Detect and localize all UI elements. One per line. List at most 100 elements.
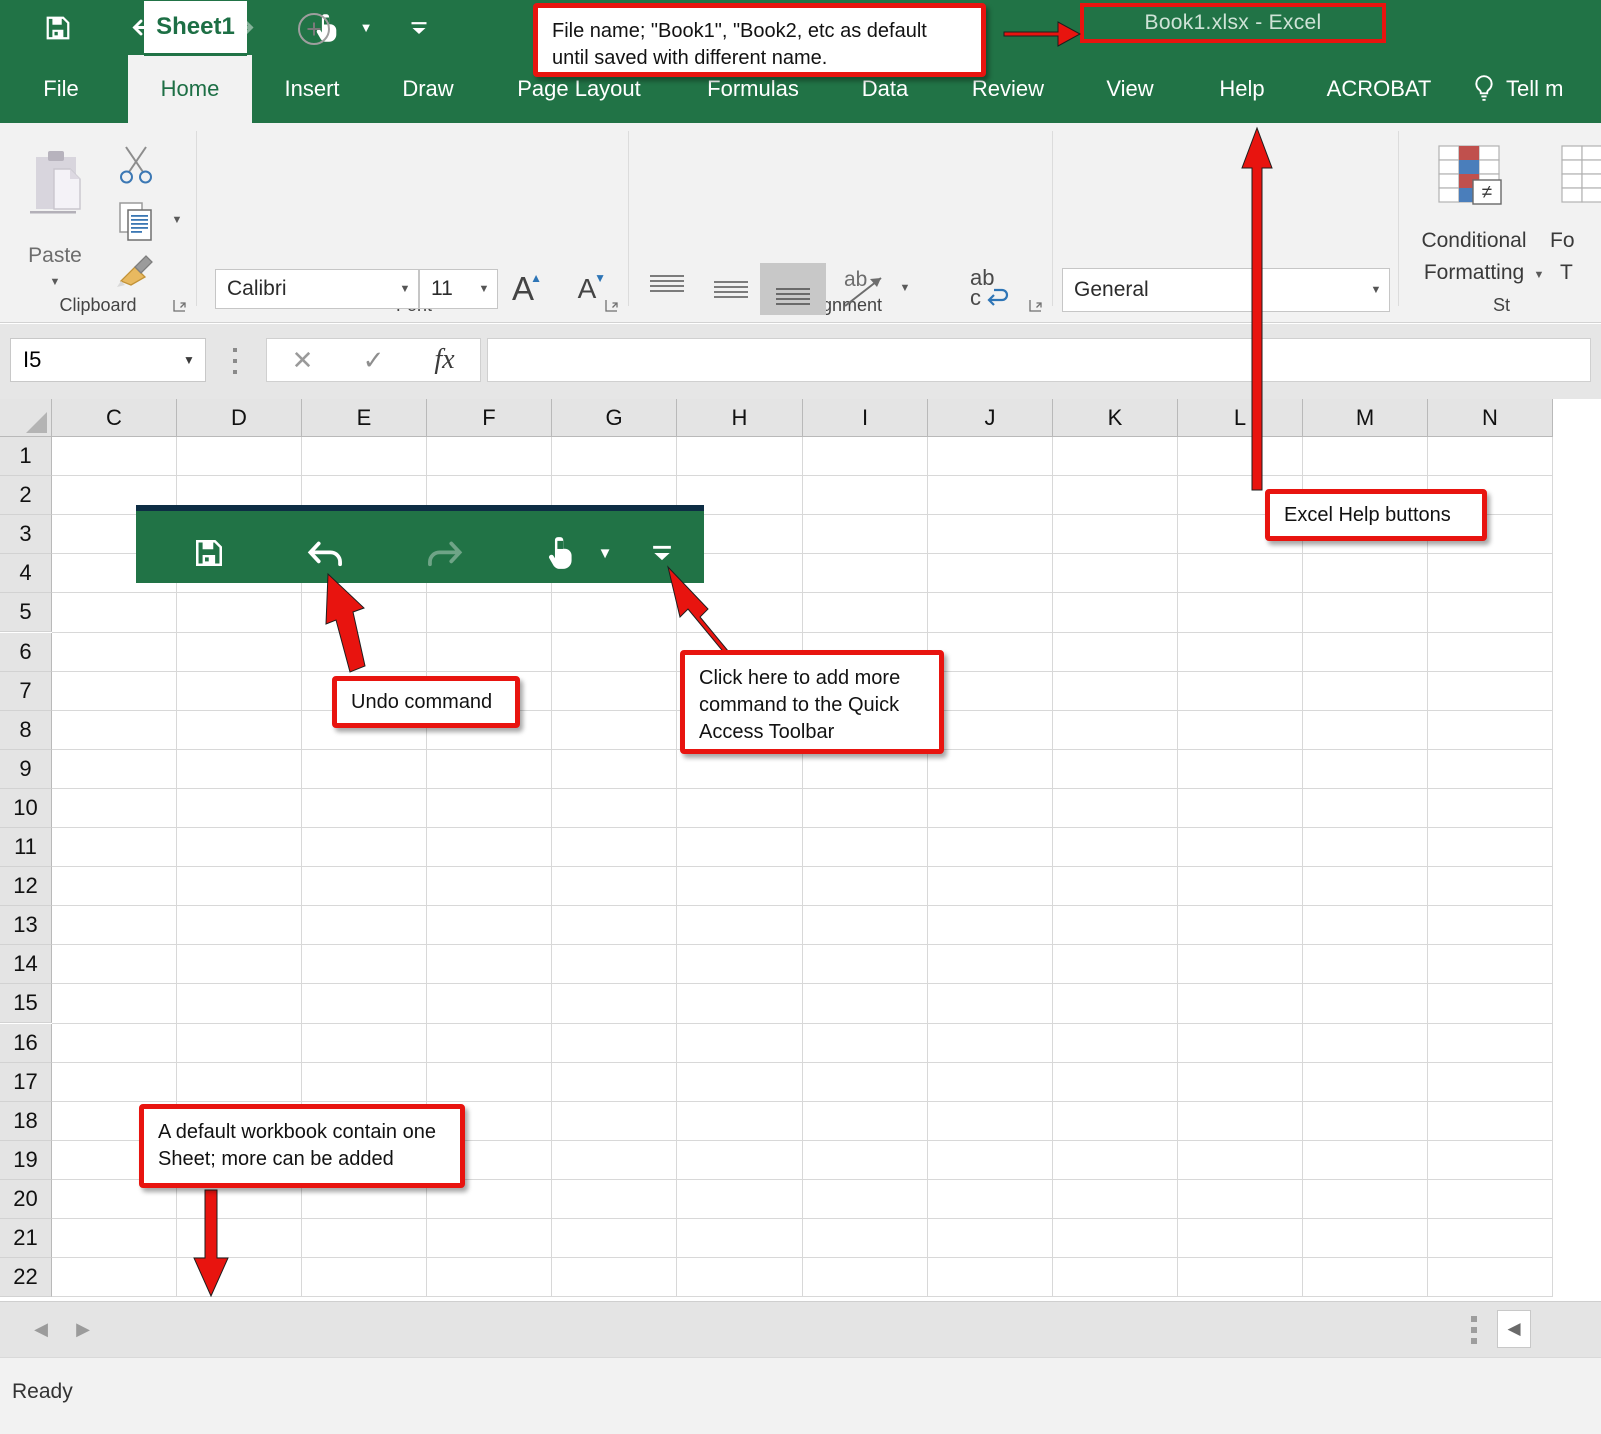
name-box-chevron-down-icon[interactable]: ▼ [173, 353, 205, 367]
sheet-nav-next-icon[interactable]: ▶ [68, 1314, 98, 1344]
row-header-12[interactable]: 12 [0, 867, 52, 906]
row-header-4[interactable]: 4 [0, 554, 52, 593]
row-header-20[interactable]: 20 [0, 1180, 52, 1219]
tab-view[interactable]: View [1082, 55, 1178, 123]
insert-function-icon[interactable]: fx [409, 344, 480, 376]
formula-input[interactable] [487, 338, 1591, 382]
formula-bar-grip[interactable] [230, 348, 240, 374]
touch-mode-chevron-down-icon-zoom[interactable]: ▼ [588, 517, 622, 589]
clipboard-dialog-launcher-icon[interactable] [172, 298, 188, 314]
conditional-formatting-label-line2[interactable]: Formatting [1404, 257, 1544, 289]
row-header-7[interactable]: 7 [0, 672, 52, 711]
row-header-16[interactable]: 16 [0, 1024, 52, 1063]
paste-label[interactable]: Paste [20, 241, 90, 271]
grid-horizontal-line [52, 788, 1553, 789]
conditional-formatting-icon: ≠ [1432, 137, 1516, 217]
tab-acrobat[interactable]: ACROBAT [1310, 55, 1448, 123]
increase-font-size-icon[interactable]: A ▲ [502, 267, 544, 311]
name-box[interactable]: I5 ▼ [10, 338, 206, 382]
row-header-18[interactable]: 18 [0, 1102, 52, 1141]
sheet-tab-sheet1[interactable]: Sheet1 [144, 1, 247, 56]
row-header-22[interactable]: 22 [0, 1258, 52, 1297]
conditional-formatting-chevron-down-icon[interactable]: ▼ [1528, 263, 1550, 287]
sheet-nav-prev-icon[interactable]: ◀ [26, 1314, 56, 1344]
document-title: Book1.xlsx - Excel [1145, 11, 1322, 35]
touch-mouse-mode-icon-zoom[interactable] [540, 517, 584, 589]
align-bottom-icon[interactable] [760, 263, 826, 315]
row-header-15[interactable]: 15 [0, 984, 52, 1023]
align-middle-icon[interactable] [706, 263, 756, 313]
cut-icon[interactable] [110, 139, 162, 191]
save-icon-zoom[interactable] [186, 517, 232, 589]
align-top-icon[interactable] [642, 263, 692, 313]
tab-file[interactable]: File [18, 55, 104, 123]
row-header-13[interactable]: 13 [0, 906, 52, 945]
grid-horizontal-line [52, 1257, 1553, 1258]
group-divider [196, 131, 197, 306]
row-header-21[interactable]: 21 [0, 1219, 52, 1258]
column-header-N[interactable]: N [1428, 399, 1553, 437]
select-all-corner[interactable] [0, 399, 52, 437]
column-header-D[interactable]: D [177, 399, 302, 437]
collapse-ribbon-icon[interactable]: ◀ [1497, 1310, 1531, 1348]
column-header-C[interactable]: C [52, 399, 177, 437]
row-header-2[interactable]: 2 [0, 476, 52, 515]
orientation-chevron-down-icon[interactable]: ▼ [892, 275, 918, 301]
paste-icon[interactable] [22, 137, 88, 243]
orientation-icon[interactable]: ab [836, 261, 892, 317]
row-header-6[interactable]: 6 [0, 633, 52, 672]
copy-chevron-down-icon[interactable]: ▼ [164, 207, 190, 233]
format-painter-icon[interactable] [110, 247, 162, 295]
row-header-19[interactable]: 19 [0, 1141, 52, 1180]
row-header-9[interactable]: 9 [0, 750, 52, 789]
enter-icon[interactable]: ✓ [338, 345, 409, 376]
row-header-14[interactable]: 14 [0, 945, 52, 984]
alignment-dialog-launcher-icon[interactable] [1028, 298, 1044, 314]
save-icon[interactable] [36, 0, 80, 55]
arrow-to-sheet-tab [190, 1190, 234, 1302]
tab-draw[interactable]: Draw [378, 55, 478, 123]
arrow-to-help-buttons [1236, 120, 1280, 495]
format-as-table-label-line1[interactable]: Fo [1550, 225, 1601, 257]
grid-horizontal-line [52, 632, 1553, 633]
row-header-5[interactable]: 5 [0, 593, 52, 632]
row-header-3[interactable]: 3 [0, 515, 52, 554]
column-header-J[interactable]: J [928, 399, 1053, 437]
number-format-combobox[interactable]: General ▼ [1062, 268, 1390, 312]
ribbon-home-panel: Clipboard Paste ▼ ▼ [0, 123, 1601, 323]
chevron-down-icon[interactable]: ▼ [471, 283, 497, 295]
tab-insert[interactable]: Insert [258, 55, 366, 123]
column-header-I[interactable]: I [803, 399, 928, 437]
paste-chevron-down-icon[interactable]: ▼ [42, 271, 68, 293]
column-header-M[interactable]: M [1303, 399, 1428, 437]
column-header-E[interactable]: E [302, 399, 427, 437]
row-header-11[interactable]: 11 [0, 828, 52, 867]
svg-text:c: c [970, 285, 981, 310]
add-sheet-icon[interactable] [298, 13, 330, 45]
number-format-value: General [1063, 278, 1363, 302]
wrap-text-icon[interactable]: ab c [960, 259, 1018, 317]
format-as-table-label-line2[interactable]: T [1560, 257, 1601, 289]
tab-help[interactable]: Help [1196, 55, 1288, 123]
column-header-G[interactable]: G [552, 399, 677, 437]
row-header-10[interactable]: 10 [0, 789, 52, 828]
row-header-1[interactable]: 1 [0, 437, 52, 476]
row-header-17[interactable]: 17 [0, 1063, 52, 1102]
sheet-bar-grip[interactable] [1470, 1316, 1478, 1344]
column-header-H[interactable]: H [677, 399, 803, 437]
tab-home[interactable]: Home [128, 55, 252, 123]
touch-mode-chevron-down-icon[interactable]: ▼ [352, 0, 380, 55]
chevron-down-icon[interactable]: ▼ [392, 283, 418, 295]
cancel-icon[interactable]: ✕ [267, 345, 338, 376]
customize-quick-access-toolbar-icon[interactable] [400, 0, 438, 55]
font-size-combobox[interactable]: 11 ▼ [419, 269, 498, 309]
font-family-combobox[interactable]: Calibri ▼ [215, 269, 419, 309]
tell-me-label[interactable]: Tell m [1506, 55, 1601, 123]
column-header-K[interactable]: K [1053, 399, 1178, 437]
conditional-formatting-label-line1[interactable]: Conditional [1404, 225, 1544, 257]
chevron-down-icon[interactable]: ▼ [1363, 284, 1389, 296]
decrease-font-size-icon[interactable]: A ▼ [566, 267, 608, 311]
row-header-8[interactable]: 8 [0, 711, 52, 750]
column-header-F[interactable]: F [427, 399, 552, 437]
copy-icon[interactable] [110, 195, 162, 247]
